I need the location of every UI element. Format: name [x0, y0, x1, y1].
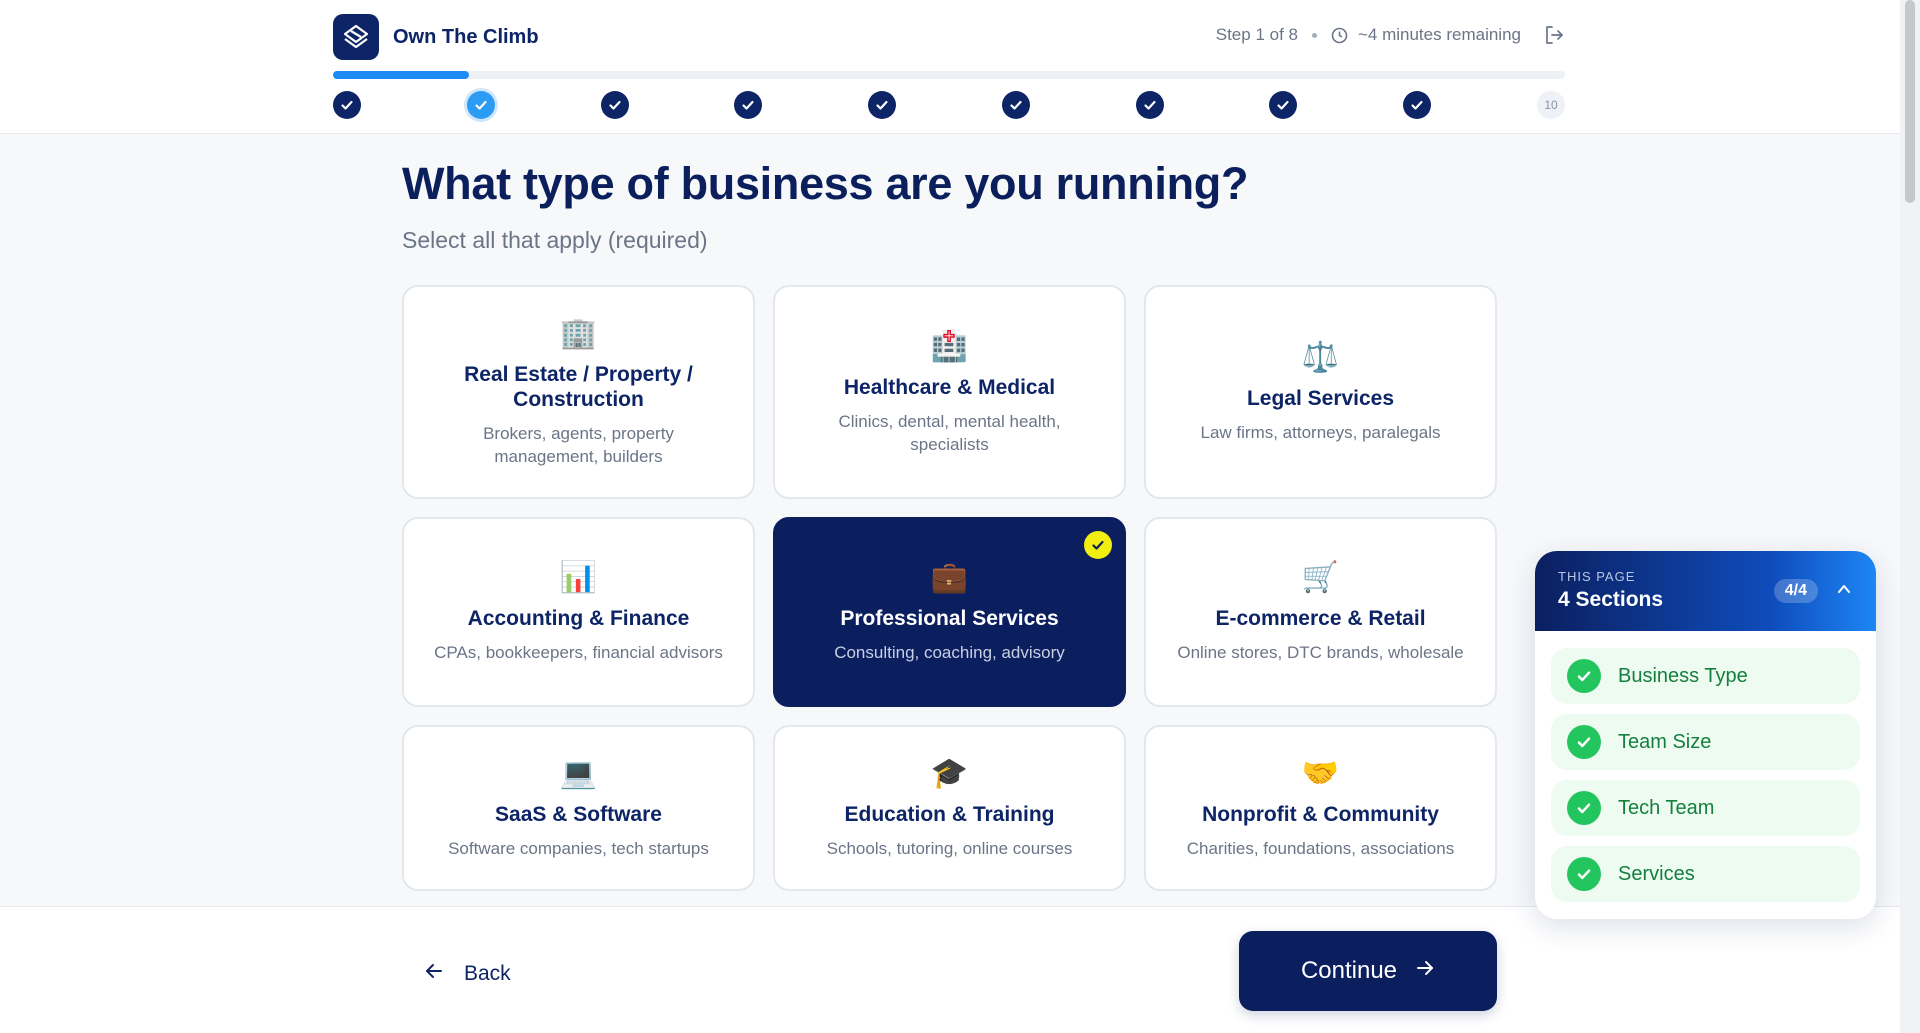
check-circle-icon	[1567, 791, 1601, 825]
option-card[interactable]: 🏥 Healthcare & Medical Clinics, dental, me…	[773, 285, 1126, 499]
step-dot-10[interactable]: 10	[1537, 91, 1565, 119]
check-icon	[1142, 97, 1158, 113]
time-remaining: ~4 minutes remaining	[1357, 25, 1521, 44]
check-circle-icon	[1567, 659, 1601, 693]
step-dot-1[interactable]	[333, 91, 361, 119]
check-circle-icon	[1567, 857, 1601, 891]
check-icon	[607, 97, 623, 113]
check-icon	[874, 97, 890, 113]
option-card[interactable]: ⚖️ Legal Services Law firms, attorneys, pa…	[1144, 285, 1497, 499]
option-description: CPAs, bookkeepers, financial advisors	[434, 643, 723, 662]
sections-list: Business Type Team Size Tech Team Services	[1535, 631, 1876, 919]
check-circle-icon	[1567, 725, 1601, 759]
hospital-icon: 🏥	[930, 329, 969, 363]
brand-name: Own The Climb	[393, 25, 539, 48]
scales-icon: ⚖️	[1301, 341, 1340, 374]
option-description: Charities, foundations, associations	[1186, 839, 1455, 858]
check-icon	[1275, 97, 1291, 113]
option-name: Nonprofit & Community	[1202, 803, 1439, 826]
option-description: Online stores, DTC brands, wholesale	[1177, 643, 1464, 662]
logo-icon	[333, 14, 379, 60]
footer: Back Continue	[0, 906, 1900, 1033]
step-dot-9[interactable]	[1403, 91, 1432, 119]
progress-bar-fill	[333, 71, 469, 79]
option-description: Law firms, attorneys, paralegals	[1200, 423, 1441, 442]
section-item[interactable]: Team Size	[1551, 714, 1860, 770]
business-type-options: 🏢 Real Estate / Property / Construction Br…	[402, 285, 1498, 891]
step-dot-8[interactable]	[1269, 91, 1298, 119]
check-icon	[339, 97, 355, 113]
option-name: Education & Training	[844, 803, 1055, 826]
progress-bar	[333, 71, 1565, 79]
section-label: Tech Team	[1618, 796, 1715, 819]
laptop-icon: 💻	[559, 757, 598, 790]
graduation-cap-icon: 🎓	[930, 757, 969, 790]
option-description: Brokers, agents, property management, bu…	[483, 424, 674, 466]
option-card[interactable]: 🛒 E-commerce & Retail Online stores, DTC b…	[1144, 517, 1497, 707]
continue-label: Continue	[1300, 957, 1398, 984]
option-name: E-commerce & Retail	[1215, 607, 1426, 630]
option-name: Professional Services	[840, 607, 1059, 630]
section-item[interactable]: Services	[1551, 846, 1860, 902]
step-dot-2[interactable]	[466, 91, 495, 119]
chevron-up-icon[interactable]	[1836, 581, 1852, 602]
option-card[interactable]: 🤝 Nonprofit & Community Charities, foundat…	[1144, 725, 1497, 891]
step-dot-6[interactable]	[1001, 91, 1030, 119]
back-button[interactable]: Back	[424, 961, 511, 987]
header: Own The Climb Step 1 of 8 ~4 minutes rem…	[0, 0, 1900, 134]
back-label: Back	[464, 962, 511, 985]
scrollbar-thumb[interactable]	[1905, 0, 1915, 203]
option-description: Software companies, tech startups	[448, 839, 709, 858]
step-dot-5[interactable]	[868, 91, 897, 119]
shopping-cart-icon: 🛒	[1301, 561, 1340, 594]
section-item[interactable]: Business Type	[1551, 648, 1860, 704]
option-card[interactable]: 💻 SaaS & Software Software companies, tech…	[402, 725, 755, 891]
option-name: SaaS & Software	[495, 803, 662, 826]
scrollbar[interactable]	[1900, 0, 1920, 1033]
arrow-left-icon	[424, 961, 444, 987]
office-building-icon: 🏢	[559, 317, 598, 350]
step-dot-4[interactable]	[734, 91, 763, 119]
option-description: Consulting, coaching, advisory	[834, 643, 1065, 662]
section-item[interactable]: Tech Team	[1551, 780, 1860, 836]
step-dots: 10	[333, 91, 1565, 121]
option-card[interactable]: 📊 Accounting & Finance CPAs, bookkeepers, …	[402, 517, 755, 707]
brand[interactable]: Own The Climb	[333, 14, 539, 60]
section-label: Team Size	[1618, 730, 1712, 753]
option-description: Schools, tutoring, online courses	[826, 839, 1073, 858]
check-icon	[1008, 97, 1024, 113]
sections-panel-header[interactable]: THIS PAGE 4 Sections 4/4	[1535, 551, 1876, 631]
option-card[interactable]: 💼 Professional Services Consulting, coachi…	[773, 517, 1126, 707]
panel-count-badge: 4/4	[1773, 579, 1818, 603]
option-card[interactable]: 🎓 Education & Training Schools, tutoring, …	[773, 725, 1126, 891]
page-subtitle: Select all that apply (required)	[402, 227, 708, 253]
option-name: Legal Services	[1246, 387, 1395, 410]
step-dot-3[interactable]	[600, 91, 629, 119]
bar-chart-icon: 📊	[559, 561, 598, 594]
option-description: Clinics, dental, mental health, speciali…	[838, 411, 1061, 454]
progress-meta: Step 1 of 8 ~4 minutes remaining	[1216, 24, 1565, 46]
option-name: Real Estate / Property / Construction	[464, 363, 693, 411]
option-name: Accounting & Finance	[467, 607, 690, 630]
briefcase-icon: 💼	[930, 561, 969, 594]
arrow-right-icon	[1415, 957, 1435, 985]
check-icon	[740, 97, 756, 113]
exit-icon[interactable]	[1543, 24, 1565, 46]
sections-panel: THIS PAGE 4 Sections 4/4 Business Type Te…	[1535, 551, 1876, 919]
check-icon	[1409, 97, 1425, 113]
option-card[interactable]: 🏢 Real Estate / Property / Construction Br…	[402, 285, 755, 499]
check-icon	[473, 97, 489, 113]
step-dot-7[interactable]	[1135, 91, 1164, 119]
continue-button[interactable]: Continue	[1239, 931, 1497, 1011]
step-indicator: Step 1 of 8	[1215, 25, 1298, 44]
section-label: Services	[1618, 862, 1695, 885]
section-label: Business Type	[1618, 664, 1748, 687]
selected-check-icon	[1084, 531, 1112, 559]
separator-dot	[1311, 32, 1317, 38]
option-name: Healthcare & Medical	[843, 375, 1056, 399]
clock-icon	[1331, 27, 1348, 44]
handshake-icon: 🤝	[1301, 757, 1340, 790]
page-title: What type of business are you running?	[402, 158, 1249, 209]
